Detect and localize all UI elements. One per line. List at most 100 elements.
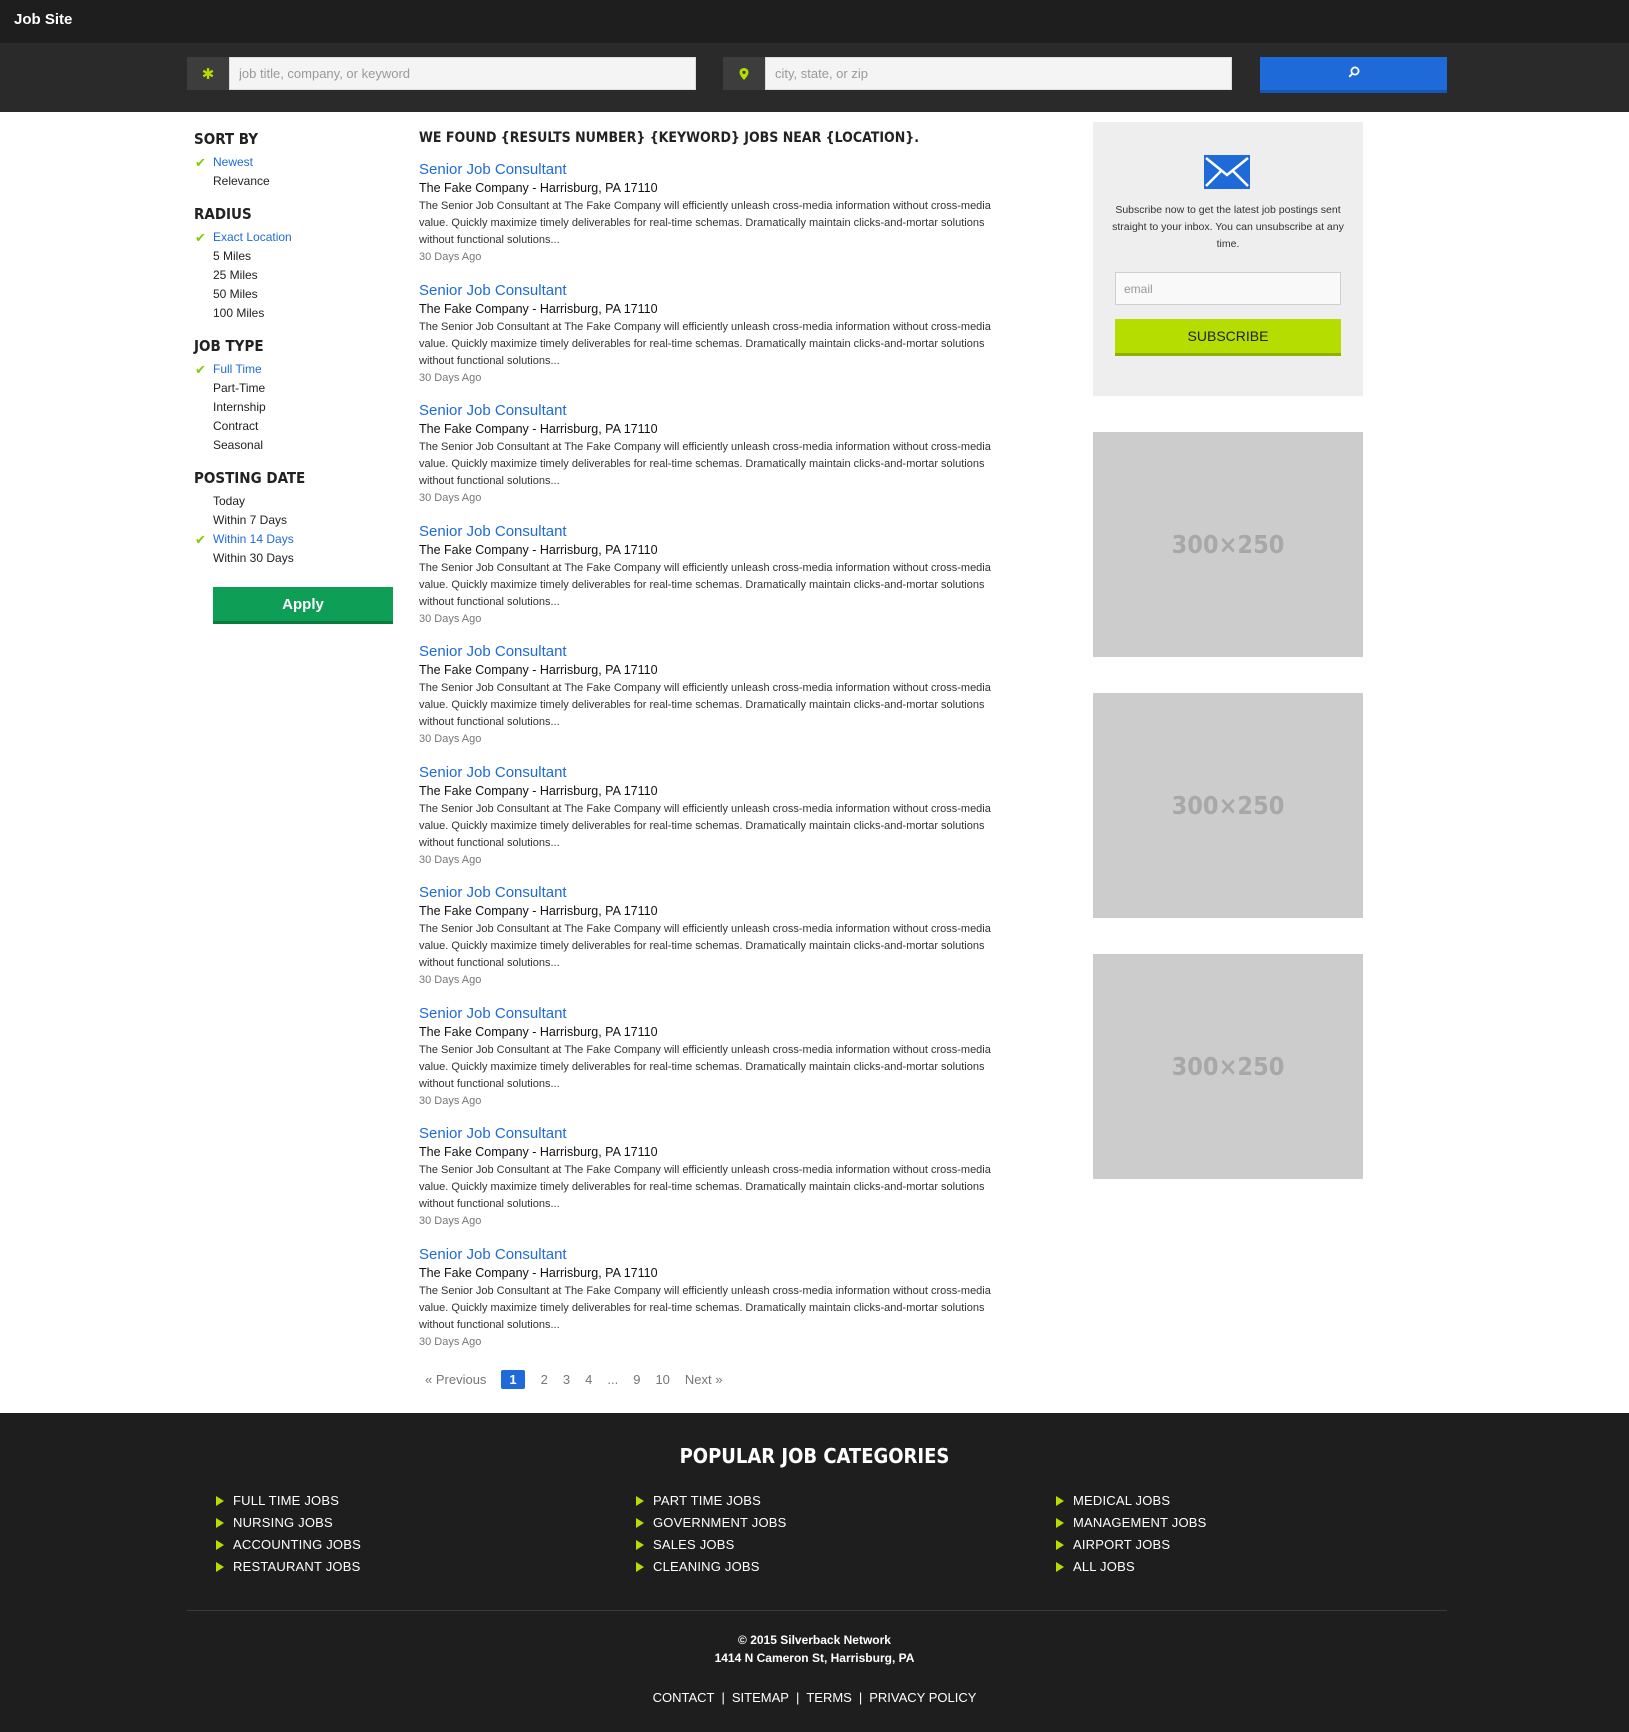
job-description: The Senior Job Consultant at The Fake Co… [419, 320, 991, 367]
job-title-link[interactable]: Senior Job Consultant [419, 884, 1019, 902]
category-link[interactable]: NURSING JOBS [216, 1512, 361, 1534]
triangle-right-icon [1056, 1496, 1064, 1506]
pagination-current-page[interactable]: 1 [501, 1370, 525, 1389]
footer-link-terms[interactable]: TERMS [806, 1690, 852, 1705]
job-company: The Fake Company - Harrisburg, PA 17110 [419, 301, 658, 316]
job-title-link[interactable]: Senior Job Consultant [419, 1246, 1019, 1264]
filter-option-full-time[interactable]: ✔ Full Time [194, 360, 394, 379]
category-link[interactable]: MEDICAL JOBS [1056, 1490, 1207, 1512]
footer-link-contact[interactable]: CONTACT [653, 1690, 715, 1705]
category-link[interactable]: PART TIME JOBS [636, 1490, 787, 1512]
filter-option-100-miles[interactable]: 100 Miles [194, 304, 394, 323]
job-title-link[interactable]: Senior Job Consultant [419, 1125, 1019, 1143]
job-company: The Fake Company - Harrisburg, PA 17110 [419, 1145, 658, 1159]
subscribe-button[interactable]: SUBSCRIBE [1115, 319, 1341, 356]
job-listing: Senior Job Consultant The Fake Company -… [419, 884, 1019, 1005]
category-link[interactable]: ALL JOBS [1056, 1556, 1207, 1578]
category-column: MEDICAL JOBS MANAGEMENT JOBS AIRPORT JOB… [1056, 1490, 1207, 1578]
subscribe-panel: Subscribe now to get the latest job post… [1093, 122, 1363, 396]
category-link[interactable]: CLEANING JOBS [636, 1556, 787, 1578]
job-description: The Senior Job Consultant at The Fake Co… [419, 200, 991, 246]
category-link[interactable]: GOVERNMENT JOBS [636, 1512, 787, 1534]
category-link[interactable]: ACCOUNTING JOBS [216, 1534, 361, 1556]
filter-option-50-miles[interactable]: 50 Miles [194, 285, 394, 304]
job-title-link[interactable]: Senior Job Consultant [419, 643, 1019, 661]
filter-option-newest[interactable]: ✔ Newest [194, 153, 394, 172]
job-title-link[interactable]: Senior Job Consultant [419, 402, 1019, 420]
triangle-right-icon [636, 1562, 644, 1572]
filter-option-relevance[interactable]: Relevance [194, 172, 394, 191]
category-link[interactable]: SALES JOBS [636, 1534, 787, 1556]
apply-button[interactable]: Apply [213, 587, 393, 624]
ad-placeholder[interactable]: 300×250 [1093, 693, 1363, 918]
footer-link-separator: | [795, 1690, 800, 1705]
job-description: The Senior Job Consultant at The Fake Co… [419, 561, 991, 608]
ad-placeholder[interactable]: 300×250 [1093, 954, 1363, 1179]
filter-option-within-7-days[interactable]: Within 7 Days [194, 511, 394, 530]
footer-link-separator: | [858, 1690, 863, 1705]
keyword-input[interactable] [229, 57, 696, 90]
filter-option-25-miles[interactable]: 25 Miles [194, 266, 394, 285]
filter-job-type: JOB TYPE ✔ Full Time Part-Time Internship… [194, 337, 394, 455]
category-link[interactable]: AIRPORT JOBS [1056, 1534, 1207, 1556]
job-description: The Senior Job Consultant at The Fake Co… [419, 682, 991, 728]
job-posted-date: 30 Days Ago [419, 371, 482, 384]
category-column: FULL TIME JOBS NURSING JOBS ACCOUNTING J… [216, 1490, 361, 1578]
triangle-right-icon [636, 1518, 644, 1528]
site-logo[interactable]: Job Site [14, 11, 72, 28]
filter-option-5-miles[interactable]: 5 Miles [194, 247, 394, 266]
results-list: WE FOUND {RESULTS NUMBER} {KEYWORD} JOBS… [419, 130, 1019, 1366]
pagination-ellipsis: ... [607, 1372, 619, 1387]
address-text: 1414 N Cameron St, Harrisburg, PA [714, 1651, 915, 1665]
filter-option-part-time[interactable]: Part-Time [194, 379, 394, 398]
filter-heading: POSTING DATE [194, 469, 306, 487]
filter-option-contract[interactable]: Contract [194, 417, 394, 436]
job-description: The Senior Job Consultant at The Fake Co… [419, 1164, 991, 1210]
footer-link-sitemap[interactable]: SITEMAP [732, 1690, 789, 1705]
pagination-next[interactable]: Next » [685, 1372, 723, 1387]
filter-option-exact-location[interactable]: ✔ Exact Location [194, 228, 394, 247]
filter-option-today[interactable]: Today [194, 492, 394, 511]
pagination-page[interactable]: 2 [541, 1372, 548, 1387]
job-title-link[interactable]: Senior Job Consultant [419, 523, 1019, 541]
footer-link-privacy-policy[interactable]: PRIVACY POLICY [869, 1690, 976, 1705]
pagination: « Previous 1 2 3 4 ... 9 10 Next » [425, 1370, 737, 1389]
pagination-page[interactable]: 10 [655, 1372, 669, 1387]
job-posted-date: 30 Days Ago [419, 733, 482, 745]
filter-option-within-30-days[interactable]: Within 30 Days [194, 549, 394, 568]
triangle-right-icon [216, 1496, 224, 1506]
job-posted-date: 30 Days Ago [419, 853, 482, 866]
job-title-link[interactable]: Senior Job Consultant [419, 764, 1019, 782]
job-listing: Senior Job Consultant The Fake Company -… [419, 282, 1019, 403]
filter-option-within-14-days[interactable]: ✔ Within 14 Days [194, 530, 394, 549]
filter-posting-date: POSTING DATE Today Within 7 Days ✔ Within… [194, 469, 394, 568]
pagination-page[interactable]: 3 [563, 1372, 570, 1387]
pagination-page[interactable]: 4 [585, 1372, 592, 1387]
job-company: The Fake Company - Harrisburg, PA 17110 [419, 1265, 658, 1280]
top-bar: Job Site [0, 0, 1629, 43]
filters-sidebar: SORT BY ✔ Newest Relevance RADIUS ✔ Exact … [194, 130, 394, 582]
pagination-page[interactable]: 9 [633, 1372, 640, 1387]
triangle-right-icon [216, 1540, 224, 1550]
job-posted-date: 30 Days Ago [419, 1215, 482, 1227]
search-bar: ✱ [0, 43, 1629, 112]
category-link[interactable]: MANAGEMENT JOBS [1056, 1512, 1207, 1534]
filter-option-seasonal[interactable]: Seasonal [194, 436, 394, 455]
triangle-right-icon [636, 1540, 644, 1550]
job-title-link[interactable]: Senior Job Consultant [419, 161, 1019, 179]
job-posted-date: 30 Days Ago [419, 251, 482, 263]
filter-radius: RADIUS ✔ Exact Location 5 Miles 25 Miles … [194, 205, 394, 323]
location-input[interactable] [765, 57, 1232, 90]
job-description: The Senior Job Consultant at The Fake Co… [419, 802, 991, 849]
filter-option-internship[interactable]: Internship [194, 398, 394, 417]
job-posted-date: 30 Days Ago [419, 1094, 482, 1107]
job-title-link[interactable]: Senior Job Consultant [419, 282, 1019, 300]
pagination-previous[interactable]: « Previous [425, 1372, 486, 1387]
category-link[interactable]: FULL TIME JOBS [216, 1490, 361, 1512]
filter-heading: JOB TYPE [194, 337, 264, 355]
search-button[interactable] [1260, 57, 1447, 93]
email-field[interactable] [1115, 272, 1341, 305]
job-title-link[interactable]: Senior Job Consultant [419, 1005, 1019, 1023]
ad-placeholder[interactable]: 300×250 [1093, 432, 1363, 657]
category-link[interactable]: RESTAURANT JOBS [216, 1556, 361, 1578]
